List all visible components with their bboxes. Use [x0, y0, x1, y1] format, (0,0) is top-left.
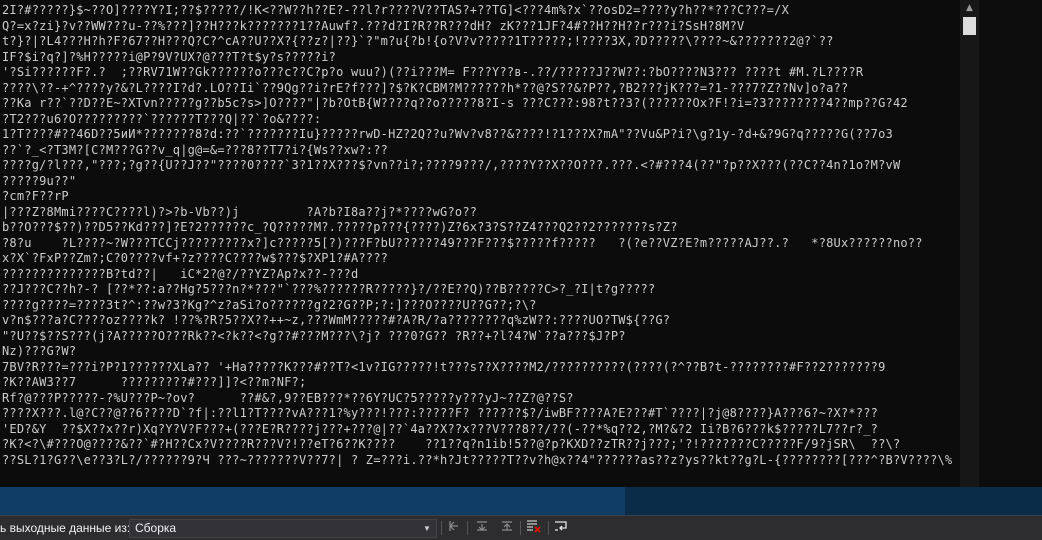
- output-source-dropdown[interactable]: Сборка ▼: [129, 519, 437, 538]
- output-source-label: ь выходные данные из:: [0, 521, 131, 535]
- go-to-previous-message-icon[interactable]: [444, 519, 464, 537]
- scrollbar-thumb[interactable]: [963, 17, 976, 35]
- toolbar-separator: [520, 521, 521, 535]
- go-to-next-message-icon[interactable]: [472, 519, 492, 537]
- toolbar-separator: [441, 521, 442, 535]
- output-panel-toolbar: ь выходные данные из: Сборка ▼: [0, 515, 1042, 540]
- chevron-down-icon: ▼: [423, 524, 431, 533]
- toolbar-separator: [548, 521, 549, 535]
- scroll-up-arrow-icon[interactable]: ▲: [960, 0, 979, 17]
- progress-fill: [0, 487, 626, 515]
- console-window[interactable]: 2I?#?????}$~??O]????Y?I;??$?????/!K<??W?…: [0, 0, 960, 487]
- output-source-value: Сборка: [135, 521, 177, 535]
- editor-background-pane: [979, 0, 1042, 487]
- taskbar-progress-strip: [0, 487, 1042, 515]
- toggle-word-wrap-icon[interactable]: [552, 519, 572, 537]
- toolbar-separator: [467, 521, 468, 535]
- scroll-to-end-icon[interactable]: [497, 519, 517, 537]
- console-vertical-scrollbar[interactable]: ▲: [960, 0, 979, 487]
- console-output-text: 2I?#?????}$~??O]????Y?I;??$?????/!K<??W?…: [2, 3, 953, 467]
- clear-all-icon[interactable]: [524, 519, 544, 537]
